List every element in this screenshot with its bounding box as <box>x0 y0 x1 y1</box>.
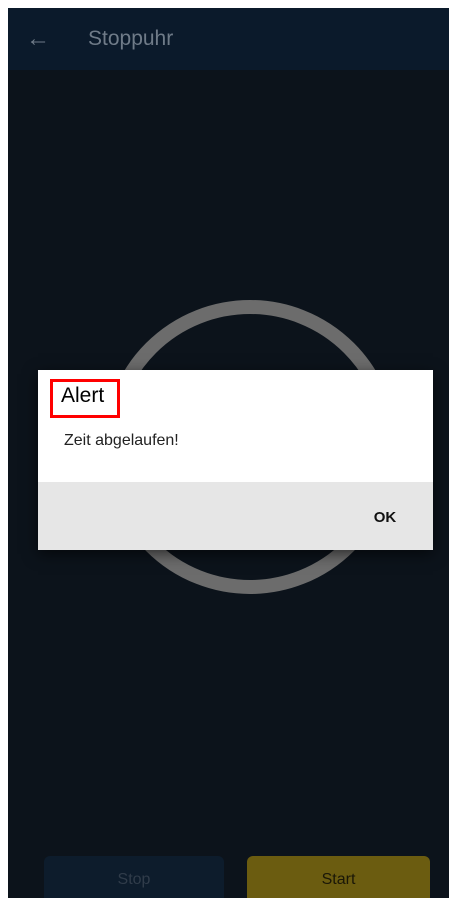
dialog-message: Zeit abgelaufen! <box>64 432 179 449</box>
back-arrow-icon[interactable]: ← <box>8 8 68 70</box>
dialog-title: Alert <box>61 384 105 407</box>
dialog-actions: OK <box>38 482 433 550</box>
start-button[interactable]: Start <box>247 856 430 898</box>
ok-button[interactable]: OK <box>357 500 413 534</box>
app-screen: ← Stoppuhr Stop Start Alert Zeit abgelau… <box>8 8 449 898</box>
alert-dialog: Alert Zeit abgelaufen! OK <box>38 370 433 550</box>
stop-button[interactable]: Stop <box>44 856 224 898</box>
page-title: Stoppuhr <box>88 27 174 50</box>
app-bar: ← Stoppuhr <box>8 8 449 70</box>
control-bar: Stop Start <box>8 856 449 898</box>
